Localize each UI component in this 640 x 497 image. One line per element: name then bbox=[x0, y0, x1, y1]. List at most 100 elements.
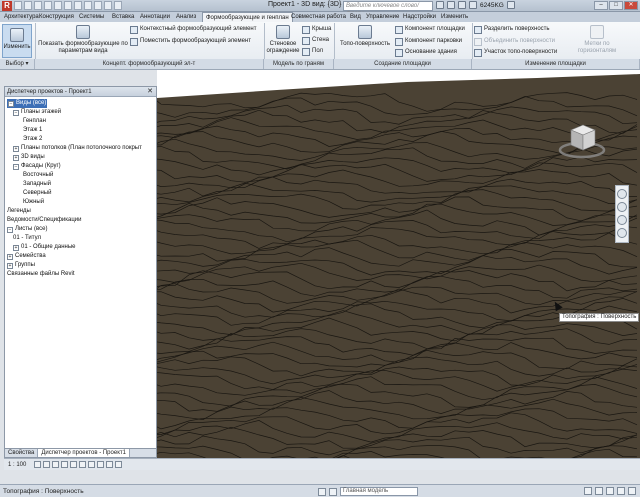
collapse-icon[interactable]: − bbox=[8, 101, 14, 107]
expand-icon[interactable]: + bbox=[7, 254, 13, 260]
thin-lines-icon[interactable] bbox=[104, 1, 112, 10]
3d-viewport[interactable]: Топография : Поверхность bbox=[157, 70, 640, 458]
close-button[interactable]: ✕ bbox=[624, 1, 638, 10]
viewcube-icon[interactable] bbox=[557, 120, 607, 160]
favorites-icon[interactable] bbox=[469, 1, 477, 9]
visual-style-icon[interactable] bbox=[43, 461, 50, 468]
floor-by-face-button[interactable]: Пол bbox=[302, 47, 323, 56]
search-icon[interactable] bbox=[436, 1, 444, 9]
zoom-icon[interactable] bbox=[617, 202, 627, 212]
search-input[interactable]: Введите ключевое слово/фразу bbox=[343, 1, 433, 17]
open-icon[interactable] bbox=[14, 1, 22, 10]
show-mass-button[interactable]: Показать формообразующие по параметрам в… bbox=[38, 25, 128, 57]
tab-analyze[interactable]: Анализ bbox=[176, 12, 196, 22]
tree-node[interactable]: + Семейства bbox=[7, 252, 46, 261]
modify-button[interactable]: Изменить bbox=[2, 24, 32, 58]
crop-view-icon[interactable] bbox=[79, 461, 86, 468]
tree-node[interactable]: Связанные файлы Revit bbox=[7, 270, 75, 279]
tab-project-browser[interactable]: Диспетчер проектов - Проект1 bbox=[38, 449, 130, 457]
expand-icon[interactable]: + bbox=[7, 263, 13, 269]
reveal-hidden-icon[interactable] bbox=[115, 461, 122, 468]
curtain-system-button[interactable]: Стеновое ограждение bbox=[266, 25, 300, 57]
tree-node[interactable]: + Группы bbox=[7, 261, 35, 270]
expand-icon[interactable]: + bbox=[13, 155, 19, 161]
tree-node[interactable]: Северный bbox=[23, 189, 51, 198]
user-name[interactable]: 6245KG bbox=[480, 2, 504, 9]
section-icon[interactable] bbox=[94, 1, 102, 10]
tab-addins[interactable]: Надстройки bbox=[403, 12, 436, 22]
tree-node[interactable]: + Планы потолков (План потолочного покрыт bbox=[13, 144, 142, 153]
toposurface-button[interactable]: Топо-поверхность bbox=[337, 25, 393, 57]
tree-node[interactable]: − Виды (все) bbox=[7, 99, 48, 108]
subscription-icon[interactable] bbox=[447, 1, 455, 9]
expand-icon[interactable]: + bbox=[13, 245, 19, 251]
view-scale[interactable]: 1 : 100 bbox=[8, 460, 26, 470]
tree-node[interactable]: − Планы этажей bbox=[13, 108, 61, 117]
tree-node[interactable]: +01 - Общие данные bbox=[13, 243, 76, 252]
tab-architecture[interactable]: Архитектура bbox=[4, 12, 39, 22]
filter-icon[interactable] bbox=[628, 487, 636, 495]
text-icon[interactable] bbox=[74, 1, 82, 10]
tab-annotate[interactable]: Аннотации bbox=[140, 12, 170, 22]
in-place-mass-button[interactable]: Контекстный формообразующий элемент bbox=[130, 25, 256, 34]
drag-elements-icon[interactable] bbox=[617, 487, 625, 495]
select-pinned-icon[interactable] bbox=[595, 487, 603, 495]
wall-by-face-button[interactable]: Стена bbox=[302, 36, 329, 45]
design-options-icon[interactable] bbox=[329, 487, 337, 496]
tab-manage[interactable]: Управление bbox=[366, 12, 399, 22]
tree-node[interactable]: Генплан bbox=[23, 117, 46, 126]
communication-icon[interactable] bbox=[458, 1, 466, 9]
collapse-icon[interactable]: − bbox=[13, 164, 19, 170]
tree-node[interactable]: Этаж 2 bbox=[23, 135, 42, 144]
tab-view[interactable]: Вид bbox=[350, 12, 361, 22]
steering-wheel-icon[interactable] bbox=[617, 189, 627, 199]
tree-node[interactable]: Южный bbox=[23, 198, 44, 207]
revit-app-menu-icon[interactable]: R bbox=[2, 1, 12, 11]
group-select[interactable]: Выбор ▾ bbox=[0, 59, 35, 69]
orbit-icon[interactable] bbox=[617, 215, 627, 225]
3d-view-icon[interactable] bbox=[84, 1, 92, 10]
select-links-icon[interactable] bbox=[584, 487, 592, 495]
tree-node[interactable]: 01 - Титул bbox=[13, 234, 41, 243]
sun-path-icon[interactable] bbox=[52, 461, 59, 468]
place-mass-button[interactable]: Поместить формообразующий элемент bbox=[130, 37, 251, 46]
tree-node[interactable]: − Листы (все) bbox=[7, 225, 47, 234]
tree-node[interactable]: Восточный bbox=[23, 171, 53, 180]
tab-collaborate[interactable]: Совместная работа bbox=[291, 12, 346, 22]
tree-node[interactable]: − Фасады (Круг) bbox=[13, 162, 61, 171]
maximize-button[interactable]: □ bbox=[609, 1, 623, 10]
detail-level-icon[interactable] bbox=[34, 461, 41, 468]
tree-node[interactable]: +3D виды bbox=[13, 153, 45, 162]
tab-structure[interactable]: Конструкция bbox=[39, 12, 74, 22]
worksets-icon[interactable] bbox=[318, 487, 326, 496]
close-hidden-icon[interactable] bbox=[114, 1, 122, 10]
collapse-icon[interactable]: − bbox=[7, 227, 13, 233]
lock-view-icon[interactable] bbox=[97, 461, 104, 468]
building-pad-button[interactable]: Основание здания bbox=[395, 48, 457, 57]
undo-icon[interactable] bbox=[34, 1, 42, 10]
close-icon[interactable]: ✕ bbox=[146, 88, 154, 96]
tree-node[interactable]: Ведомости/Спецификации bbox=[7, 216, 82, 225]
merge-surfaces-button[interactable]: Объединить поверхности bbox=[474, 37, 555, 46]
expand-icon[interactable]: + bbox=[13, 146, 19, 152]
collapse-icon[interactable]: − bbox=[13, 110, 19, 116]
redo-icon[interactable] bbox=[44, 1, 52, 10]
roof-by-face-button[interactable]: Крыша bbox=[302, 25, 331, 34]
render-icon[interactable] bbox=[70, 461, 77, 468]
help-icon[interactable] bbox=[506, 1, 515, 9]
subregion-button[interactable]: Участок топо-поверхности bbox=[474, 48, 557, 57]
tree-node[interactable]: Западный bbox=[23, 180, 51, 189]
shadows-icon[interactable] bbox=[61, 461, 68, 468]
tab-systems[interactable]: Системы bbox=[79, 12, 104, 22]
parking-component-button[interactable]: Компонент парковки bbox=[395, 37, 462, 46]
tab-properties[interactable]: Свойства bbox=[5, 449, 39, 457]
tree-node[interactable]: Легенды bbox=[7, 207, 31, 216]
split-surface-button[interactable]: Разделить поверхность bbox=[474, 25, 550, 34]
print-icon[interactable] bbox=[54, 1, 62, 10]
label-contours-button[interactable]: Метки по горизонталям bbox=[572, 25, 622, 57]
site-component-button[interactable]: Компонент площадки bbox=[395, 25, 465, 34]
save-icon[interactable] bbox=[24, 1, 32, 10]
tab-modify[interactable]: Изменить bbox=[441, 12, 468, 22]
tree-node[interactable]: Этаж 1 bbox=[23, 126, 42, 135]
minimize-button[interactable]: – bbox=[594, 1, 608, 10]
